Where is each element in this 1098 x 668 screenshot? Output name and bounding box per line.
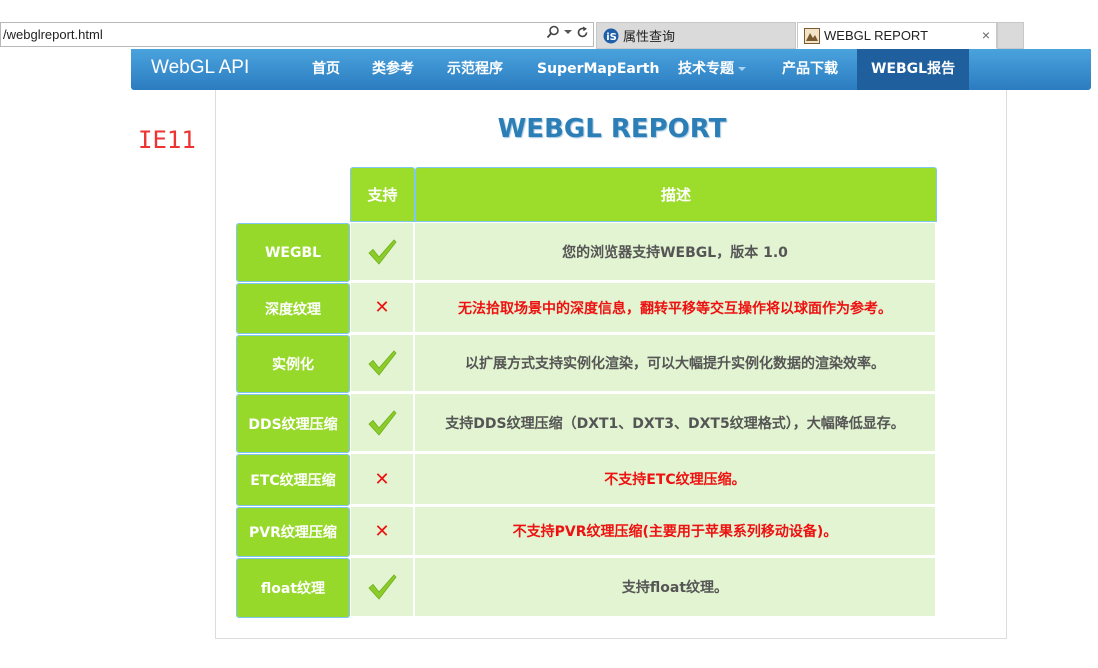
support-cell: ✕ bbox=[351, 454, 415, 506]
cross-icon: ✕ bbox=[374, 520, 390, 542]
feature-label: 深度纹理 bbox=[236, 283, 350, 334]
feature-label: PVR纹理压缩 bbox=[236, 507, 350, 557]
nav-item-samples[interactable]: 示范程序 bbox=[447, 49, 503, 90]
feature-label: ETC纹理压缩 bbox=[236, 454, 350, 506]
support-cell: ✕ bbox=[351, 283, 415, 334]
description-text: 以扩展方式支持实例化渲染，可以大幅提升实例化数据的渲染效率。 bbox=[465, 356, 885, 372]
page-title: WEBGL REPORT bbox=[497, 114, 727, 144]
tab-webgl-report[interactable]: WEBGL REPORT × bbox=[797, 22, 997, 49]
description-text: 您的浏览器支持WEBGL，版本 1.0 bbox=[562, 244, 788, 261]
address-bar[interactable]: /webglreport.html bbox=[0, 22, 594, 47]
feature-name: float纹理 bbox=[260, 581, 326, 597]
feature-label: WEGBL bbox=[236, 223, 350, 282]
main-navbar: WebGL API 首页 类参考 示范程序 SuperMapEarth 技术专题… bbox=[131, 49, 1091, 90]
nav-item-supermapearth[interactable]: SuperMapEarth bbox=[537, 49, 659, 90]
description-text: 不支持PVR纹理压缩(主要用于苹果系列移动设备)。 bbox=[512, 524, 838, 540]
checkmark-icon bbox=[368, 238, 397, 265]
refresh-icon[interactable] bbox=[576, 26, 589, 39]
description-cell: 以扩展方式支持实例化渲染，可以大幅提升实例化数据的渲染效率。 bbox=[415, 335, 937, 393]
address-tools bbox=[546, 25, 589, 39]
dropdown-arrow-icon[interactable] bbox=[564, 28, 572, 36]
description-cell: 不支持PVR纹理压缩(主要用于苹果系列移动设备)。 bbox=[415, 507, 937, 557]
description-text: 不支持ETC纹理压缩。 bbox=[604, 472, 746, 488]
nav-item-tech-topics[interactable]: 技术专题 bbox=[678, 49, 746, 90]
support-cell bbox=[351, 335, 415, 393]
description-text: 支持DDS纹理压缩（DXT1、DXT3、DXT5纹理格式），大幅降低显存。 bbox=[445, 415, 905, 432]
webgl-favicon-icon bbox=[804, 27, 820, 44]
browser-version-label: IE11 bbox=[138, 126, 196, 154]
description-cell: 支持DDS纹理压缩（DXT1、DXT3、DXT5纹理格式），大幅降低显存。 bbox=[415, 394, 937, 453]
feature-label: float纹理 bbox=[236, 558, 350, 618]
feature-name: 实例化 bbox=[272, 357, 314, 373]
feature-name: DDS纹理压缩 bbox=[248, 416, 338, 433]
support-cell: ✕ bbox=[351, 507, 415, 557]
checkmark-icon bbox=[368, 409, 397, 436]
tab-label: WEBGL REPORT bbox=[824, 28, 929, 43]
chevron-down-icon bbox=[738, 67, 746, 71]
search-icon[interactable] bbox=[546, 25, 560, 39]
description-cell: 无法拾取场景中的深度信息，翻转平移等交互操作将以球面作为参考。 bbox=[415, 283, 937, 334]
nav-item-downloads[interactable]: 产品下载 bbox=[782, 49, 838, 90]
support-cell bbox=[351, 223, 415, 282]
description-cell: 支持float纹理。 bbox=[415, 558, 937, 618]
feature-name: 深度纹理 bbox=[265, 301, 321, 318]
feature-name: ETC纹理压缩 bbox=[250, 473, 336, 489]
feature-name: WEGBL bbox=[264, 244, 322, 261]
new-tab-button[interactable] bbox=[997, 22, 1024, 49]
nav-item-class-reference[interactable]: 类参考 bbox=[372, 49, 414, 90]
feature-label: 实例化 bbox=[236, 335, 350, 393]
checkmark-icon bbox=[368, 350, 397, 376]
support-cell bbox=[351, 394, 415, 453]
header-description: 描述 bbox=[415, 167, 937, 222]
svg-text:iS: iS bbox=[606, 32, 617, 43]
description-cell: 不支持ETC纹理压缩。 bbox=[415, 454, 937, 506]
tab-label: 属性查询 bbox=[623, 29, 676, 44]
tab-attribute-query[interactable]: iS 属性查询 bbox=[596, 22, 796, 49]
description-text: 支持float纹理。 bbox=[621, 580, 729, 596]
cross-icon: ✕ bbox=[374, 468, 390, 490]
brand-logo[interactable]: WebGL API bbox=[151, 57, 249, 79]
nav-item-home[interactable]: 首页 bbox=[312, 49, 340, 90]
nav-item-webgl-report[interactable]: WEBGL报告 bbox=[857, 49, 970, 90]
description-text: 无法拾取场景中的深度信息，翻转平移等交互操作将以球面作为参考。 bbox=[458, 300, 892, 317]
checkmark-icon bbox=[368, 574, 397, 600]
description-cell: 您的浏览器支持WEBGL，版本 1.0 bbox=[415, 223, 937, 282]
is-logo-icon: iS bbox=[603, 28, 619, 43]
close-tab-button[interactable]: × bbox=[982, 27, 990, 43]
cross-icon: ✕ bbox=[374, 297, 390, 318]
header-support: 支持 bbox=[350, 167, 415, 222]
feature-label: DDS纹理压缩 bbox=[236, 394, 350, 453]
header-description-label: 描述 bbox=[660, 186, 691, 204]
address-url[interactable]: /webglreport.html bbox=[3, 27, 103, 42]
header-support-label: 支持 bbox=[367, 186, 398, 204]
support-cell bbox=[351, 558, 415, 618]
feature-name: PVR纹理压缩 bbox=[249, 525, 337, 541]
